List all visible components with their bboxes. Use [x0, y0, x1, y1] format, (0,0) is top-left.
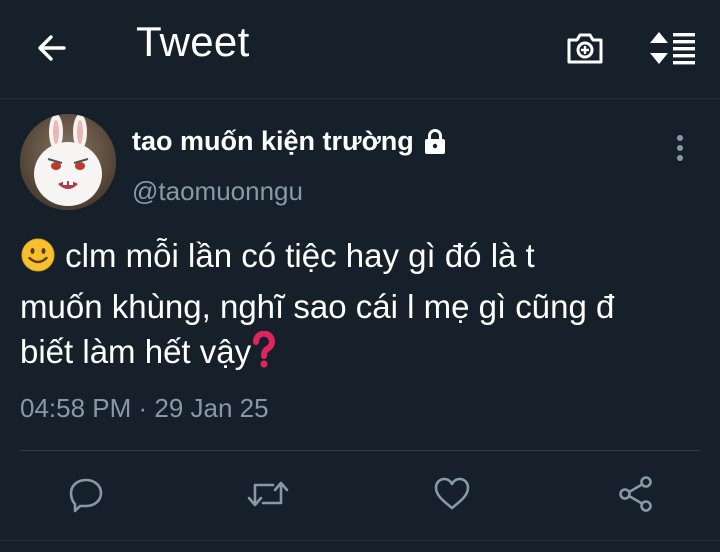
back-button[interactable] — [30, 26, 74, 70]
tweet-text: clm mỗi lần có tiệc hay gì đó là t muốn … — [20, 233, 712, 380]
sort-icon — [650, 32, 695, 65]
tweet-text-line: clm mỗi lần có tiệc hay gì đó là t — [20, 233, 712, 284]
tweet-text-line: muốn khùng, nghĩ sao cái l mẹ gì cũng đ — [20, 288, 615, 325]
camera-button[interactable] — [560, 24, 610, 72]
reply-icon — [69, 478, 103, 513]
retweet-icon — [247, 481, 289, 507]
question-mark-emoji-icon — [251, 330, 277, 380]
more-options-button[interactable] — [664, 130, 696, 166]
share-icon — [619, 476, 652, 512]
more-vertical-icon — [677, 135, 683, 161]
tweet-detail-screen: Tweet tao muốn kiện trường @taomuonngu c… — [0, 0, 720, 552]
like-button[interactable] — [428, 470, 476, 518]
lock-icon — [422, 128, 448, 155]
share-button[interactable] — [612, 470, 660, 518]
sort-button[interactable] — [644, 22, 702, 74]
avatar[interactable] — [20, 114, 116, 210]
rabbit-avatar-icon — [20, 114, 116, 210]
author-name-row: tao muốn kiện trường — [132, 126, 448, 157]
tweet-text-line: biết làm hết vậy — [20, 329, 712, 380]
app-header: Tweet — [0, 0, 720, 99]
retweet-button[interactable] — [244, 470, 292, 518]
arrow-left-icon — [38, 35, 66, 61]
divider — [0, 540, 720, 541]
reply-button[interactable] — [62, 470, 110, 518]
display-name[interactable]: tao muốn kiện trường — [132, 126, 414, 157]
tweet-timestamp[interactable]: 04:58 PM · 29 Jan 25 — [20, 393, 269, 424]
divider — [20, 450, 700, 451]
like-icon — [434, 477, 470, 510]
page-title: Tweet — [136, 18, 250, 65]
user-handle[interactable]: @taomuonngu — [132, 176, 303, 207]
smiling-face-emoji-icon — [20, 237, 56, 284]
camera-icon — [567, 33, 603, 64]
